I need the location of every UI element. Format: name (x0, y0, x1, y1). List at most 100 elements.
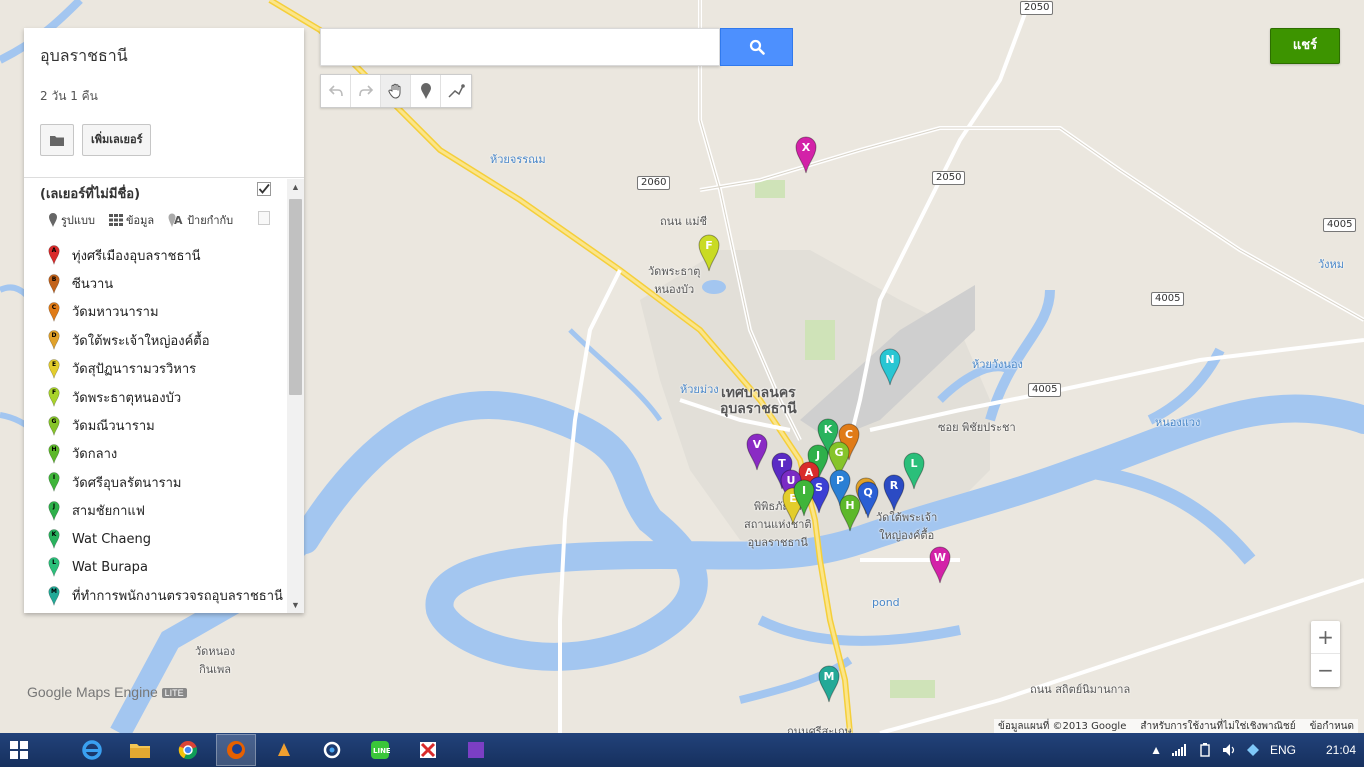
product-name: Maps Engine (76, 684, 158, 700)
feature-pin-icon[interactable]: E (48, 359, 60, 379)
feature-pin-icon[interactable]: I (48, 472, 60, 492)
add-marker-button[interactable] (411, 75, 441, 107)
feature-list-item[interactable]: K Wat Chaeng (48, 525, 288, 553)
scroll-down-icon[interactable]: ▼ (287, 597, 304, 613)
map-marker[interactable]: V (746, 433, 768, 471)
taskbar-app-purple[interactable] (456, 734, 496, 766)
feature-list-item[interactable]: I วัดศรีอุบลรัตนาราม (48, 468, 288, 496)
city-label: เทศบาลนคร อุบลราชธานี (720, 385, 797, 417)
taskbar-app-orange[interactable] (264, 734, 304, 766)
search-button[interactable] (720, 28, 793, 66)
volume-icon[interactable] (1222, 743, 1236, 757)
feature-list-item[interactable]: G วัดมณีวนาราม (48, 411, 288, 439)
feature-pin-icon[interactable]: L (48, 557, 60, 578)
search-input[interactable] (320, 28, 720, 66)
taskbar-line[interactable]: LINE (360, 734, 400, 766)
signal-icon[interactable] (1171, 744, 1188, 756)
tab-labels-label: ป้ายกำกับ (187, 214, 234, 227)
share-button[interactable]: แชร์ (1270, 28, 1340, 64)
feature-pin-icon[interactable]: M (48, 586, 60, 606)
feature-list-item[interactable]: E วัดสุปัฏนารามวรวิหาร (48, 355, 288, 383)
feature-pin-icon[interactable]: H (48, 444, 60, 464)
feature-list-item[interactable]: J สามชัยกาแฟ (48, 497, 288, 525)
map-marker[interactable]: W (929, 546, 951, 584)
taskbar-internet-explorer[interactable] (72, 734, 112, 766)
map-marker[interactable]: R (883, 474, 905, 512)
feature-pin-icon[interactable]: K (48, 529, 60, 549)
feature-label: สามชัยกาแฟ (72, 504, 145, 520)
firefox-icon (227, 741, 245, 759)
map-marker[interactable]: N (879, 348, 901, 386)
zoom-out-button[interactable]: − (1311, 654, 1340, 687)
feature-list-item[interactable]: A ทุ่งศรีเมืองอุบลราชธานี (48, 241, 288, 269)
taskbar-file-explorer[interactable] (120, 734, 160, 766)
start-button[interactable] (0, 733, 38, 767)
map-marker[interactable]: M (818, 665, 840, 703)
feature-list-item[interactable]: H วัดกลาง (48, 440, 288, 468)
feature-list-item[interactable]: M ที่ทำการพนักงานตรวจรถอุบลราชธานี (48, 582, 288, 610)
zoom-in-button[interactable]: + (1311, 621, 1340, 654)
marker-icon (420, 83, 431, 99)
redo-button[interactable] (351, 75, 381, 107)
map-marker[interactable]: X (795, 136, 817, 174)
taskbar-app-red[interactable] (408, 734, 448, 766)
layer-title[interactable]: (เลเยอร์ที่ไม่มีชื่อ) (40, 183, 140, 204)
lite-badge: LITE (161, 688, 187, 699)
feature-pin-icon[interactable]: C (48, 302, 60, 322)
feature-pin-icon[interactable]: G (48, 415, 60, 436)
feature-label: วัดมหาวนาราม (72, 305, 159, 321)
battery-icon[interactable] (1198, 743, 1212, 757)
road-shield: 2060 (637, 176, 671, 190)
feature-list-item[interactable]: B ซีนวาน (48, 269, 288, 297)
feature-list-item[interactable]: C วัดมหาวนาราม (48, 298, 288, 326)
input-language[interactable]: ENG (1270, 743, 1296, 757)
scrollbar-thumb[interactable] (289, 199, 302, 395)
layer-options-dropdown[interactable] (258, 211, 270, 225)
huai-muang-label: ห้วยม่วง (680, 383, 719, 396)
feature-pin-icon[interactable]: J (48, 501, 60, 521)
feature-pin-icon[interactable]: A (48, 245, 60, 265)
tab-labels[interactable]: A ป้ายกำกับ (168, 211, 233, 229)
redo-icon (358, 85, 373, 97)
feature-list-item[interactable]: L Wat Burapa (48, 553, 288, 581)
feature-pin-icon[interactable]: F (48, 387, 60, 407)
map-marker[interactable]: I (793, 479, 815, 517)
map-marker[interactable]: F (698, 234, 720, 272)
feature-pin-icon[interactable]: B (48, 273, 60, 294)
tab-data[interactable]: ข้อมูล (108, 211, 154, 229)
clock[interactable]: 21:04 (1326, 743, 1356, 757)
map-title[interactable]: อุบลราชธานี (40, 44, 288, 69)
add-layer-button[interactable]: เพิ่มเลเยอร์ (82, 124, 152, 156)
map-description[interactable]: 2 วัน 1 คืน (40, 87, 288, 106)
undo-button[interactable] (321, 75, 351, 107)
svg-text:LINE: LINE (373, 747, 390, 755)
tab-style[interactable]: รูปแบบ (48, 211, 95, 229)
pond-label: pond (872, 596, 900, 609)
network-icon[interactable] (1246, 743, 1260, 757)
map-info: อุบลราชธานี 2 วัน 1 คืน เพิ่มเลเยอร์ (24, 28, 304, 178)
scroll-up-icon[interactable]: ▲ (287, 179, 304, 195)
feature-list-item[interactable]: F วัดพระธาตุหนองบัว (48, 383, 288, 411)
feature-label: วัดกลาง (72, 447, 118, 463)
chrome-icon (178, 741, 198, 760)
style-pin-icon (49, 213, 57, 227)
taskbar-app-blue[interactable] (312, 734, 352, 766)
feature-list-item[interactable]: D วัดใต้พระเจ้าใหญ่องค์ตื้อ (48, 326, 288, 354)
road-srisaket-label: ถนนศรีสะเกษ (787, 725, 852, 733)
taskbar-firefox[interactable] (216, 734, 256, 766)
feature-pin-icon[interactable]: D (48, 330, 60, 350)
pan-tool-button[interactable] (381, 75, 411, 107)
layer-visibility-checkbox[interactable] (257, 182, 271, 196)
open-map-button[interactable] (40, 124, 74, 156)
terms-link[interactable]: ข้อกำหนด (1310, 719, 1354, 734)
feature-label: วัดศรีอุบลรัตนาราม (72, 475, 182, 491)
app-purple-icon (468, 742, 484, 758)
app-red-icon (420, 742, 436, 758)
map-marker[interactable]: H (839, 494, 861, 532)
map-marker[interactable]: L (903, 452, 925, 490)
taskbar-chrome[interactable] (168, 734, 208, 766)
noncommercial-link[interactable]: สำหรับการใช้งานที่ไม่ใช่เชิงพาณิชย์ (1140, 719, 1295, 734)
feature-list-scrollbar[interactable]: ▲ ▼ (287, 179, 304, 613)
draw-line-button[interactable] (441, 75, 471, 107)
show-hidden-icons-icon[interactable]: ▲ (1150, 743, 1162, 757)
